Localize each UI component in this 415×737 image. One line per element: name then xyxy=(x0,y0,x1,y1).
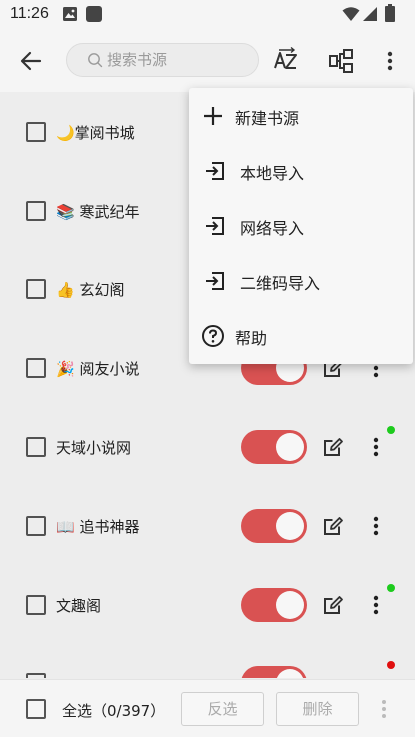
row-checkbox[interactable] xyxy=(26,595,46,615)
arrow-back-icon xyxy=(20,51,42,71)
row-checkbox[interactable] xyxy=(26,673,46,678)
more-vert-icon[interactable] xyxy=(366,435,386,459)
menu-item-label: 本地导入 xyxy=(240,164,305,183)
back-button[interactable] xyxy=(16,46,46,76)
menu-item-label: 二维码导入 xyxy=(240,274,321,293)
more-vert-icon[interactable] xyxy=(366,514,386,538)
source-name: 文趣阁 xyxy=(56,597,102,615)
import-icon xyxy=(206,162,224,180)
source-name: 📖 追书神器 xyxy=(56,518,140,536)
bottom-bar: 全选（0/397） 反选 删除 xyxy=(0,679,415,737)
source-name: 📚 寒武纪年 xyxy=(56,203,140,221)
menu-item-new-source[interactable]: 新建书源 xyxy=(189,88,413,143)
gallery-icon xyxy=(63,7,77,21)
import-icon xyxy=(206,272,224,290)
menu-item-local-import[interactable]: 本地导入 xyxy=(189,143,413,198)
source-name: 🎉 阅友小说 xyxy=(56,360,140,378)
battery-icon xyxy=(385,4,395,22)
status-time: 11:26 xyxy=(10,5,49,22)
more-vert-icon xyxy=(387,51,393,71)
list-item[interactable]: 文趣阁 xyxy=(0,566,415,645)
sort-button[interactable] xyxy=(271,46,301,76)
app-notification-icon xyxy=(86,6,102,22)
overflow-menu-button[interactable] xyxy=(375,46,405,76)
list-item[interactable]: 📖 追书神器 xyxy=(0,487,415,566)
switch-knob xyxy=(276,669,304,678)
more-vert-icon[interactable] xyxy=(376,698,392,720)
invert-selection-button[interactable]: 反选 xyxy=(181,692,264,726)
status-dot xyxy=(387,426,395,434)
menu-item-label: 新建书源 xyxy=(235,109,300,128)
more-vert-icon[interactable] xyxy=(366,593,386,617)
help-icon xyxy=(202,325,224,347)
delete-button[interactable]: 删除 xyxy=(276,692,359,726)
search-input[interactable] xyxy=(107,48,247,72)
row-checkbox[interactable] xyxy=(26,358,46,378)
row-checkbox[interactable] xyxy=(26,437,46,457)
enable-switch[interactable] xyxy=(241,588,307,622)
menu-item-label: 网络导入 xyxy=(240,219,305,238)
status-dot xyxy=(387,661,395,669)
group-icon xyxy=(329,49,353,73)
menu-item-qrcode-import[interactable]: 二维码导入 xyxy=(189,253,413,308)
status-dot xyxy=(387,584,395,592)
switch-knob xyxy=(276,512,304,540)
toolbar xyxy=(0,28,415,92)
edit-icon[interactable] xyxy=(322,515,344,537)
switch-knob xyxy=(276,433,304,461)
row-checkbox[interactable] xyxy=(26,279,46,299)
group-button[interactable] xyxy=(326,46,356,76)
row-checkbox[interactable] xyxy=(26,516,46,536)
edit-icon[interactable] xyxy=(322,436,344,458)
search-box[interactable] xyxy=(66,43,259,77)
menu-item-label: 帮助 xyxy=(235,329,268,348)
source-name: 🌙掌阅书城 xyxy=(56,124,135,142)
source-name: 👍 玄幻阁 xyxy=(56,281,125,299)
select-all-checkbox[interactable] xyxy=(26,699,46,719)
signal-icon xyxy=(363,7,377,21)
enable-switch[interactable] xyxy=(241,509,307,543)
enable-switch[interactable] xyxy=(241,666,307,678)
import-icon xyxy=(206,217,224,235)
source-name: 天域小说网 xyxy=(56,439,132,457)
menu-item-help[interactable]: 帮助 xyxy=(189,308,413,363)
wifi-icon xyxy=(342,7,360,21)
enable-switch[interactable] xyxy=(241,430,307,464)
switch-knob xyxy=(276,591,304,619)
menu-item-network-import[interactable]: 网络导入 xyxy=(189,198,413,253)
edit-icon[interactable] xyxy=(322,594,344,616)
sort-az-icon xyxy=(274,46,297,69)
list-item[interactable] xyxy=(0,645,415,678)
select-all-label[interactable]: 全选（0/397） xyxy=(62,700,165,721)
search-icon xyxy=(88,53,103,68)
row-checkbox[interactable] xyxy=(26,201,46,221)
row-checkbox[interactable] xyxy=(26,122,46,142)
plus-icon xyxy=(204,107,222,125)
status-bar: 11:26 xyxy=(0,0,415,28)
overflow-popup-menu: 新建书源 本地导入 网络导入 二维码导入 帮助 xyxy=(189,88,413,364)
list-item[interactable]: 天域小说网 xyxy=(0,408,415,487)
